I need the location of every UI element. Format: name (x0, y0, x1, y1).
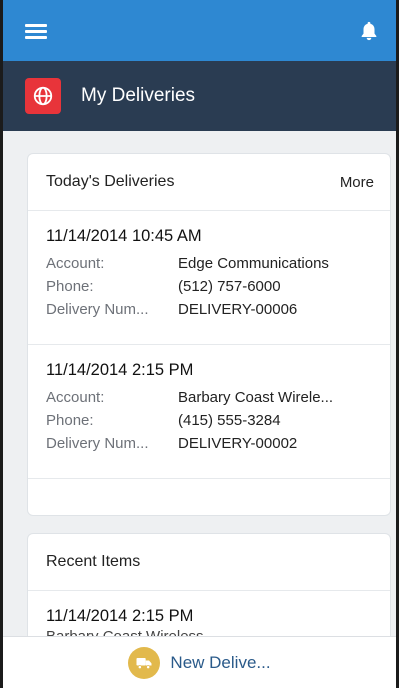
hamburger-menu-icon[interactable] (25, 22, 47, 40)
card-title: Recent Items (46, 553, 141, 570)
recent-items-card: Recent Items 11/14/2014 2:15 PM Barbary … (27, 533, 391, 636)
new-delivery-label: New Delive... (170, 652, 271, 672)
recent-item-title[interactable]: 11/14/2014 2:15 PM (46, 607, 372, 626)
card-footer (28, 479, 390, 515)
field-row-phone: Phone: (415) 555-3284 (46, 409, 372, 432)
recent-item-subtitle: Barbary Coast Wireless (46, 628, 372, 636)
action-bar: New Delive... (3, 636, 396, 688)
more-link[interactable]: More (340, 174, 374, 191)
app-screen: My Deliveries Today's Deliveries More 11… (0, 0, 399, 688)
new-delivery-button[interactable]: New Delive... (128, 646, 271, 679)
field-label: Delivery Num... (46, 301, 149, 318)
field-row-delivery-number: Delivery Num... DELIVERY-00002 (46, 432, 372, 455)
field-label: Phone: (46, 412, 94, 429)
field-row-account: Account: Barbary Coast Wirele... (46, 386, 372, 409)
delivery-record[interactable]: 11/14/2014 10:45 AM Account: Edge Commun… (28, 211, 390, 345)
recent-item[interactable]: 11/14/2014 2:15 PM Barbary Coast Wireles… (28, 591, 390, 636)
top-navigation-bar (3, 0, 396, 61)
page-title: My Deliveries (81, 85, 196, 106)
card-title: Today's Deliveries (46, 173, 175, 190)
field-value: Edge Communications (178, 255, 329, 272)
field-value: (512) 757-6000 (178, 278, 281, 295)
delivery-record[interactable]: 11/14/2014 2:15 PM Account: Barbary Coas… (28, 345, 390, 479)
truck-icon (128, 646, 161, 679)
field-row-phone: Phone: (512) 757-6000 (46, 275, 372, 298)
bell-icon[interactable] (358, 20, 380, 42)
field-row-account: Account: Edge Communications (46, 252, 372, 275)
field-value: Barbary Coast Wirele... (178, 389, 334, 406)
page-header: My Deliveries (3, 61, 396, 131)
field-label: Account: (46, 389, 105, 406)
field-row-delivery-number: Delivery Num... DELIVERY-00006 (46, 298, 372, 321)
field-value: DELIVERY-00006 (178, 301, 298, 318)
field-value: DELIVERY-00002 (178, 435, 298, 452)
card-header: Today's Deliveries More (28, 154, 390, 211)
field-label: Phone: (46, 278, 94, 295)
card-header: Recent Items (28, 534, 390, 591)
main-content[interactable]: Today's Deliveries More 11/14/2014 10:45… (3, 131, 396, 636)
record-title[interactable]: 11/14/2014 10:45 AM (46, 227, 372, 246)
field-label: Delivery Num... (46, 435, 149, 452)
todays-deliveries-card: Today's Deliveries More 11/14/2014 10:45… (27, 153, 391, 516)
field-label: Account: (46, 255, 105, 272)
field-value: (415) 555-3284 (178, 412, 281, 429)
globe-icon (25, 78, 61, 114)
record-title[interactable]: 11/14/2014 2:15 PM (46, 361, 372, 380)
